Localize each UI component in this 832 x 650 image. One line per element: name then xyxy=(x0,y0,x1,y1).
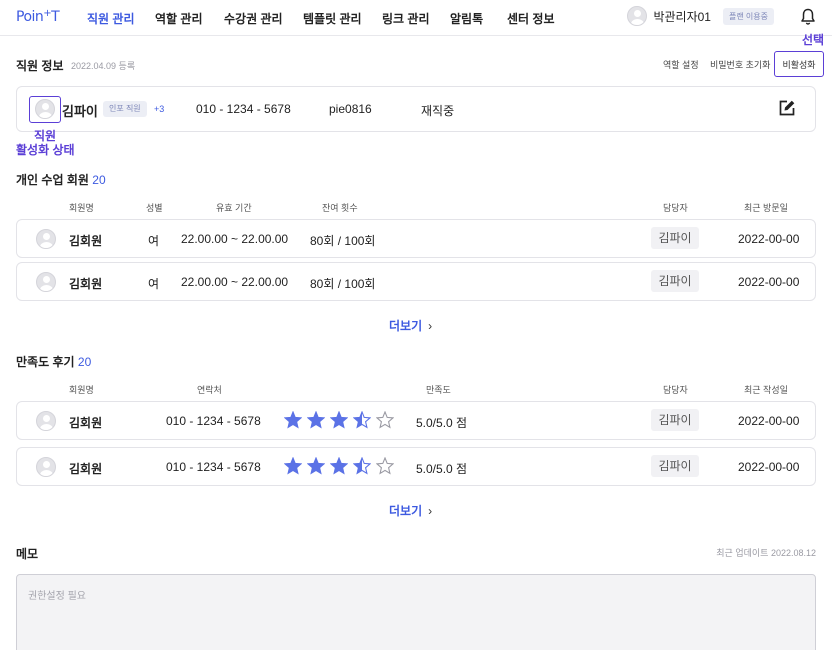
member-name: 김회원 xyxy=(69,462,103,476)
memo-textarea[interactable] xyxy=(16,574,816,650)
header-period: 유효 기간 xyxy=(216,203,252,213)
staff-registered-date: 2022.04.09 등록 xyxy=(71,61,136,71)
manager-badge: 김파이 xyxy=(651,270,699,292)
reviews-count: 20 xyxy=(77,355,92,369)
header-contact: 연락처 xyxy=(197,385,222,395)
member-period: 22.00.00 ~ 22.00.00 xyxy=(181,275,289,289)
role-more-count[interactable]: +3 xyxy=(154,104,164,114)
star-filled-icon xyxy=(330,457,348,475)
nav-item-templates[interactable]: 템플릿 관리 xyxy=(303,10,362,27)
staff-status: 재직중 xyxy=(421,104,455,118)
member-name: 김회원 xyxy=(69,416,103,430)
reset-password-button[interactable]: 비밀번호 초기화 xyxy=(710,58,770,71)
avatar-icon xyxy=(36,457,56,477)
chevron-right-icon: › xyxy=(428,504,433,518)
header-satisfaction: 만족도 xyxy=(426,385,451,395)
reviews-more-button[interactable]: 더보기 › xyxy=(389,502,432,519)
chevron-right-icon: › xyxy=(428,319,433,333)
top-navigation: Poin+T 직원 관리 역할 관리 수강권 관리 템플릿 관리 링크 관리 알… xyxy=(0,0,832,36)
header-member-name: 회원명 xyxy=(69,203,94,213)
header-remaining: 잔여 횟수 xyxy=(322,203,358,213)
bell-icon[interactable] xyxy=(800,8,816,26)
member-avatar xyxy=(36,229,56,249)
private-members-count: 20 xyxy=(92,173,106,187)
role-badge: 인포 직원 xyxy=(103,101,147,117)
member-gender: 여 xyxy=(148,234,160,248)
header-last-written: 최근 작성일 xyxy=(744,385,788,395)
memo-placeholder: 권한설정 필요 xyxy=(28,591,86,602)
star-empty-icon xyxy=(376,457,394,475)
member-remaining: 80회 / 100회 xyxy=(310,234,376,248)
avatar-icon xyxy=(627,6,648,26)
star-filled-icon xyxy=(330,411,348,429)
avatar-icon xyxy=(36,411,56,431)
annotation-staff-box xyxy=(29,96,61,123)
annotation-select-label: 선택 xyxy=(802,33,825,47)
memo-updated: 최근 업데이트 2022.08.12 xyxy=(716,548,816,558)
set-role-button[interactable]: 역할 설정 xyxy=(663,58,699,71)
staff-phone: 010 - 1234 - 5678 xyxy=(196,102,291,116)
header-manager: 담당자 xyxy=(663,203,688,213)
header-manager: 담당자 xyxy=(663,385,688,395)
private-members-title: 개인 수업 회원 20 xyxy=(16,173,106,187)
satisfaction-score: 5.0/5.0 점 xyxy=(416,462,468,476)
member-remaining: 80회 / 100회 xyxy=(310,277,376,291)
member-period: 22.00.00 ~ 22.00.00 xyxy=(181,232,289,246)
star-rating xyxy=(284,411,394,429)
admin-name: 박관리자01 xyxy=(653,9,711,24)
header-gender: 성별 xyxy=(146,203,163,213)
avatar-icon xyxy=(36,272,56,292)
nav-item-center-info[interactable]: 센터 정보 xyxy=(507,10,555,27)
nav-item-links[interactable]: 링크 관리 xyxy=(382,10,430,27)
review-date: 2022-00-00 xyxy=(738,460,800,474)
staff-name: 김파이 xyxy=(62,104,98,119)
annotation-active-state-label: 활성화 상태 xyxy=(16,143,75,157)
edit-icon[interactable] xyxy=(778,99,796,117)
header-last-visit: 최근 방문일 xyxy=(744,203,788,213)
member-name: 김회원 xyxy=(69,277,103,291)
star-filled-icon xyxy=(284,411,302,429)
annotation-select-box xyxy=(774,51,824,77)
private-members-more-button[interactable]: 더보기 › xyxy=(389,317,432,334)
star-rating xyxy=(284,457,394,475)
admin-profile[interactable]: 박관리자01 플랜 이용중 xyxy=(627,6,774,26)
memo-title: 메모 xyxy=(16,547,39,561)
manager-badge: 김파이 xyxy=(651,455,699,477)
member-avatar xyxy=(36,411,56,431)
member-last-visit: 2022-00-00 xyxy=(738,232,800,246)
star-filled-icon xyxy=(307,411,325,429)
member-avatar xyxy=(36,457,56,477)
member-last-visit: 2022-00-00 xyxy=(738,275,800,289)
nav-item-alimtalk[interactable]: 알림톡 xyxy=(450,10,483,27)
manager-badge: 김파이 xyxy=(651,409,699,431)
staff-info-title: 직원 정보 xyxy=(16,59,64,73)
header-member-name: 회원명 xyxy=(69,385,94,395)
star-empty-icon xyxy=(376,411,394,429)
manager-badge: 김파이 xyxy=(651,227,699,249)
star-half-icon xyxy=(353,411,371,429)
staff-user-id: pie0816 xyxy=(329,102,372,116)
star-filled-icon xyxy=(284,457,302,475)
member-name: 김회원 xyxy=(69,234,103,248)
avatar-icon xyxy=(36,229,56,249)
nav-item-staff[interactable]: 직원 관리 xyxy=(87,10,135,27)
member-avatar xyxy=(36,272,56,292)
nav-item-tickets[interactable]: 수강권 관리 xyxy=(224,10,283,27)
review-date: 2022-00-00 xyxy=(738,414,800,428)
satisfaction-score: 5.0/5.0 점 xyxy=(416,416,468,430)
nav-item-roles[interactable]: 역할 관리 xyxy=(155,10,203,27)
member-contact: 010 - 1234 - 5678 xyxy=(166,414,261,428)
member-gender: 여 xyxy=(148,277,160,291)
logo[interactable]: Poin+T xyxy=(16,8,60,25)
plan-badge: 플랜 이용중 xyxy=(722,7,774,25)
star-half-icon xyxy=(353,457,371,475)
member-contact: 010 - 1234 - 5678 xyxy=(166,460,261,474)
star-filled-icon xyxy=(307,457,325,475)
reviews-title: 만족도 후기 20 xyxy=(16,355,92,369)
